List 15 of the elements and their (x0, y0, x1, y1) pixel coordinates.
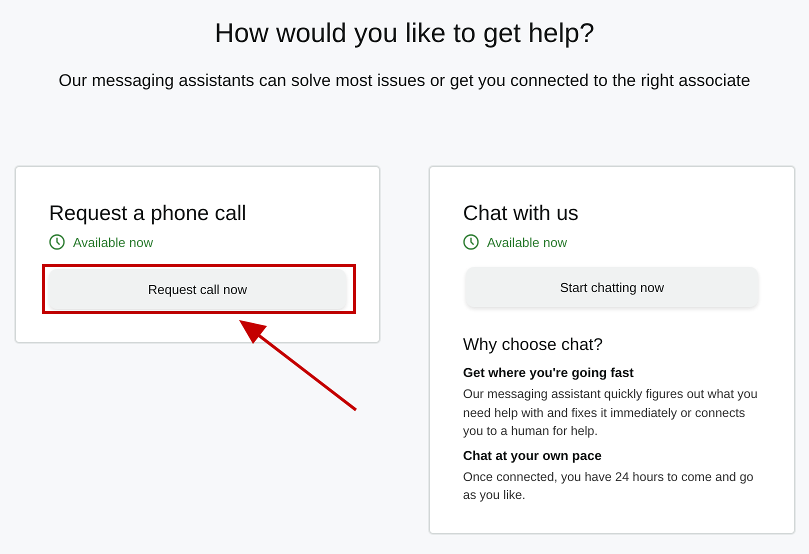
reason-text: Once connected, you have 24 hours to come and go as you like. (463, 468, 754, 504)
reason-title: Chat at your own pace (463, 446, 603, 464)
clock-icon (49, 234, 65, 250)
card-title: Request a phone call (49, 201, 248, 227)
action-button[interactable]: Request call now (49, 269, 346, 309)
availability-text: Available now (73, 234, 153, 250)
action-button[interactable]: Start chatting now (466, 267, 758, 307)
reason-text: Our messaging assistant quickly figures out what you need help with and fixes it immediately or connects you to a human for help. (463, 386, 759, 440)
page-subtitle: Our messaging assistants can solve most issues or get you connected to the right associate (58, 70, 752, 92)
reason-title: Get where you're going fast (463, 364, 635, 382)
card-title: Chat with us (463, 201, 580, 227)
section-title: Why choose chat? (463, 334, 604, 356)
availability-text: Available now (487, 234, 567, 250)
clock-icon (463, 234, 479, 250)
page-title: How would you like to get help? (214, 17, 596, 50)
